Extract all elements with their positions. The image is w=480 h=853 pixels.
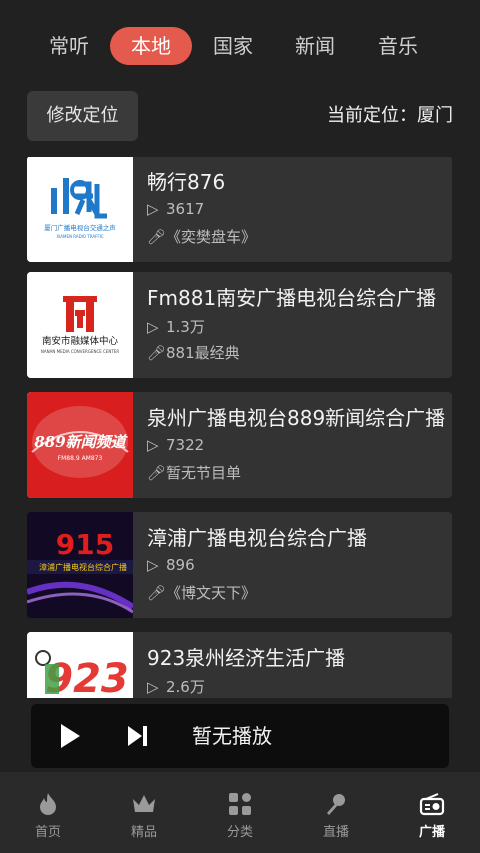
station-title: 泉州广播电视台889新闻综合广播 <box>147 406 446 430</box>
microphone-icon: 🎤︎ <box>147 228 167 246</box>
play-count-icon: ▷ <box>147 318 159 336</box>
station-card[interactable]: 923 923泉州经济生活广播 ▷ 2.6万 <box>27 632 452 698</box>
nav-item-home[interactable]: 首页 <box>0 772 96 853</box>
next-track-icon[interactable] <box>127 725 149 751</box>
station-list: 厦门广播电视台交通之声 XIAMEN RADIO TRAFFIC 畅行876 ▷… <box>0 157 480 698</box>
station-title: Fm881南安广播电视台综合广播 <box>147 286 437 310</box>
nav-item-live[interactable]: 直播 <box>288 772 384 853</box>
microphone-icon: 🎤︎ <box>147 584 167 602</box>
quanzhou-economy-logo-icon: 923 <box>27 632 133 698</box>
bottom-nav: 首页 精品 分类 直播 广播 <box>0 772 480 853</box>
tab-frequent[interactable]: 常听 <box>28 27 110 65</box>
microphone-icon: 🎤︎ <box>147 344 167 362</box>
tab-news[interactable]: 新闻 <box>274 27 356 65</box>
change-location-button[interactable]: 修改定位 <box>27 91 138 141</box>
microphone-icon <box>327 794 345 815</box>
category-tabs: 常听 本地 国家 新闻 音乐 <box>0 24 480 68</box>
crown-icon <box>133 795 155 812</box>
station-logo: 915 漳浦广播电视台综合广播 <box>27 512 133 618</box>
station-logo: 889新闻频道 FM88.9 AM873 <box>27 392 133 498</box>
station-plays: ▷ 2.6万 <box>147 678 205 696</box>
station-program: 🎤︎《博文天下》 <box>147 584 257 602</box>
microphone-icon: 🎤︎ <box>147 464 167 482</box>
current-location-label: 当前定位： <box>327 105 417 126</box>
nav-item-radio[interactable]: 广播 <box>384 772 480 853</box>
station-logo: 南安市融媒体中心 NANAN MEDIA CONVERGENCE CENTER <box>27 272 133 378</box>
station-card[interactable]: 南安市融媒体中心 NANAN MEDIA CONVERGENCE CENTER … <box>27 272 452 378</box>
play-count-icon: ▷ <box>147 556 159 574</box>
quanzhou-news-logo-icon: 889新闻频道 FM88.9 AM873 <box>27 392 133 498</box>
radio-icon <box>419 793 445 816</box>
station-title: 畅行876 <box>147 170 226 194</box>
current-location-city: 厦门 <box>417 105 453 126</box>
station-program: 🎤︎《奕樊盘车》 <box>147 228 257 246</box>
svg-text:889新闻频道: 889新闻频道 <box>34 433 128 451</box>
tab-local[interactable]: 本地 <box>110 27 192 65</box>
play-count-icon: ▷ <box>147 200 159 218</box>
play-count-icon: ▷ <box>147 436 159 454</box>
nanan-media-logo-icon: 南安市融媒体中心 NANAN MEDIA CONVERGENCE CENTER <box>27 272 133 378</box>
grid-icon <box>229 793 251 815</box>
station-card[interactable]: 厦门广播电视台交通之声 XIAMEN RADIO TRAFFIC 畅行876 ▷… <box>27 157 452 262</box>
station-program: 🎤︎暂无节目单 <box>147 464 242 482</box>
station-plays: ▷ 1.3万 <box>147 318 205 336</box>
nav-item-category[interactable]: 分类 <box>192 772 288 853</box>
svg-text:915: 915 <box>56 528 114 561</box>
tab-national[interactable]: 国家 <box>192 27 274 65</box>
station-plays: ▷ 3617 <box>147 200 205 218</box>
play-count-icon: ▷ <box>147 678 159 696</box>
station-logo: 厦门广播电视台交通之声 XIAMEN RADIO TRAFFIC <box>27 157 133 262</box>
station-logo: 923 <box>27 632 133 698</box>
station-plays: ▷ 7322 <box>147 436 205 454</box>
svg-text:厦门广播电视台交通之声: 厦门广播电视台交通之声 <box>44 223 116 232</box>
mini-player[interactable]: 暂无播放 <box>31 704 449 768</box>
station-title: 漳浦广播电视台综合广播 <box>147 526 367 550</box>
player-status: 暂无播放 <box>192 724 272 748</box>
zhangpu-station-logo-icon: 915 漳浦广播电视台综合广播 <box>27 512 133 618</box>
current-location: 当前定位：厦门 <box>327 91 453 141</box>
svg-text:XIAMEN RADIO TRAFFIC: XIAMEN RADIO TRAFFIC <box>56 234 104 239</box>
station-program: 🎤︎881最经典 <box>147 344 240 362</box>
svg-text:南安市融媒体中心: 南安市融媒体中心 <box>42 335 119 347</box>
svg-text:漳浦广播电视台综合广播: 漳浦广播电视台综合广播 <box>39 562 127 572</box>
station-card[interactable]: 889新闻频道 FM88.9 AM873 泉州广播电视台889新闻综合广播 ▷ 7… <box>27 392 452 498</box>
location-bar: 修改定位 当前定位：厦门 <box>0 91 480 143</box>
station-plays: ▷ 896 <box>147 556 195 574</box>
traffic-station-logo-icon: 厦门广播电视台交通之声 XIAMEN RADIO TRAFFIC <box>27 157 133 262</box>
station-title: 923泉州经济生活广播 <box>147 646 346 670</box>
nav-item-premium[interactable]: 精品 <box>96 772 192 853</box>
flame-icon <box>40 793 56 815</box>
svg-text:NANAN MEDIA CONVERGENCE CENTER: NANAN MEDIA CONVERGENCE CENTER <box>41 349 119 354</box>
tab-music[interactable]: 音乐 <box>357 27 439 65</box>
svg-text:FM88.9 AM873: FM88.9 AM873 <box>58 455 103 462</box>
play-icon[interactable] <box>59 723 81 753</box>
station-card[interactable]: 915 漳浦广播电视台综合广播 漳浦广播电视台综合广播 ▷ 896 🎤︎《博文天下… <box>27 512 452 618</box>
